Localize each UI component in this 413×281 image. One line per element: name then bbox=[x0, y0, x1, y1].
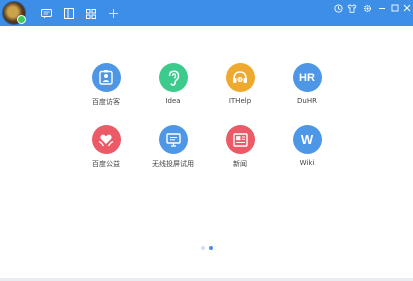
page-indicator bbox=[201, 246, 213, 250]
app-label: DuHR bbox=[297, 97, 317, 105]
headset-icon: IT bbox=[225, 63, 255, 92]
app-label: ITHelp bbox=[228, 97, 252, 105]
app-ithelp[interactable]: IT ITHelp bbox=[205, 63, 275, 123]
app-duhr[interactable]: HR DuHR bbox=[272, 63, 342, 123]
app-label: Wiki bbox=[299, 159, 315, 167]
app-wireless-cast[interactable]: 无线投屏试用 bbox=[138, 125, 208, 185]
app-label: 无线投屏试用 bbox=[152, 160, 194, 168]
app-grid: 百度访客 Idea IT ITHelp HR DuHR 百度公益 无线投屏试用 bbox=[0, 0, 413, 281]
app-baidu-visitor[interactable]: 百度访客 bbox=[71, 63, 141, 123]
hr-icon: HR bbox=[292, 63, 322, 92]
screen-cast-icon bbox=[158, 125, 188, 154]
app-label: 新闻 bbox=[233, 160, 247, 168]
app-label: Idea bbox=[165, 97, 181, 105]
hr-glyph: HR bbox=[299, 71, 315, 84]
page-dot-1[interactable] bbox=[201, 246, 205, 250]
wiki-glyph: W bbox=[300, 132, 314, 147]
app-label: 百度公益 bbox=[92, 160, 120, 168]
newspaper-icon bbox=[225, 125, 255, 154]
visitor-badge-icon bbox=[91, 63, 121, 92]
app-news[interactable]: 新闻 bbox=[205, 125, 275, 185]
app-label: 百度访客 bbox=[92, 98, 120, 106]
wiki-icon: W bbox=[292, 125, 322, 154]
app-baidu-charity[interactable]: 百度公益 bbox=[71, 125, 141, 185]
app-wiki[interactable]: W Wiki bbox=[272, 125, 342, 185]
app-idea[interactable]: Idea bbox=[138, 63, 208, 123]
heart-hands-icon bbox=[91, 125, 121, 154]
page-dot-2-active[interactable] bbox=[209, 246, 213, 250]
ear-icon bbox=[158, 63, 188, 92]
